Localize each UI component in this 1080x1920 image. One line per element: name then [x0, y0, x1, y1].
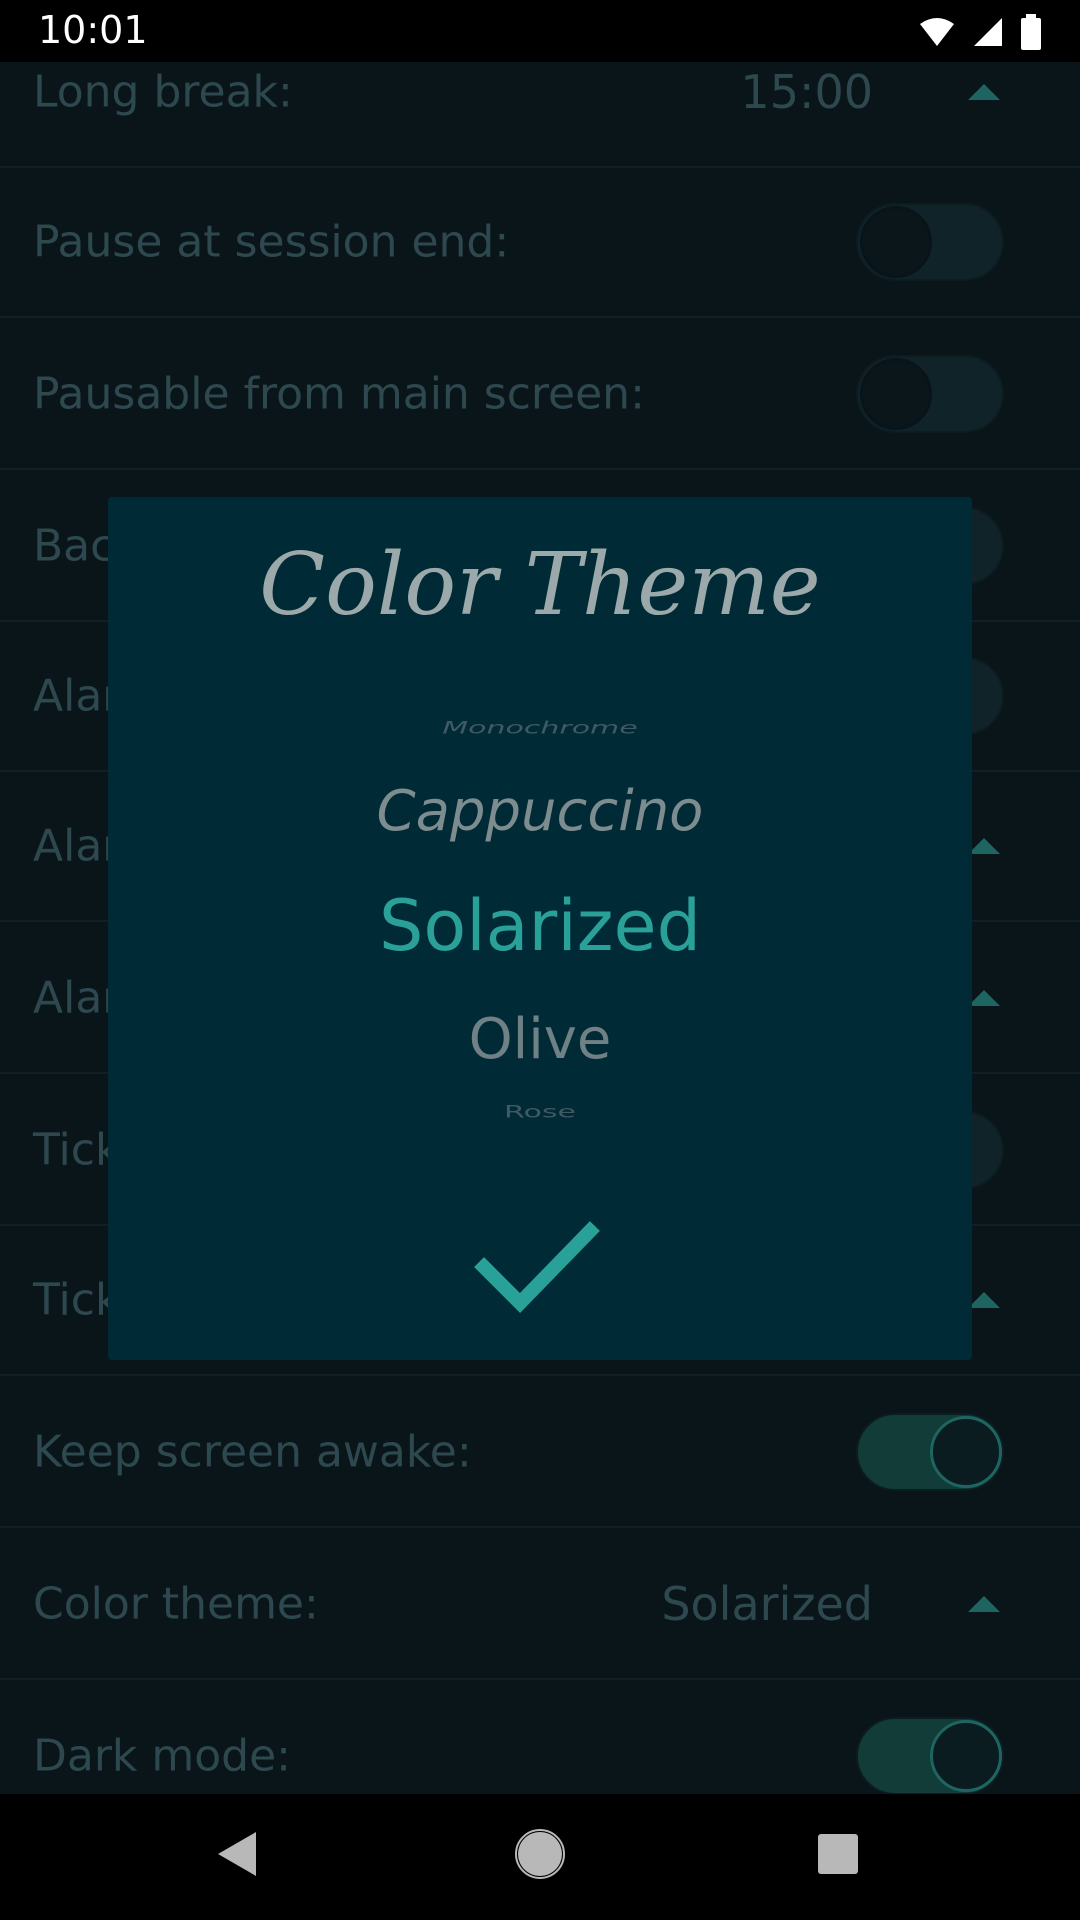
setting-label: Pausable from main screen: — [33, 368, 645, 420]
status-icons — [918, 14, 1042, 50]
setting-value: 15:00 — [740, 65, 873, 119]
setting-row-long-break[interactable]: Long break: 15:00 — [0, 62, 1080, 168]
checkmark-icon — [474, 1221, 600, 1313]
toggle-switch[interactable] — [856, 1413, 1004, 1491]
wifi-icon — [920, 18, 954, 46]
theme-option-selected[interactable]: Solarized — [108, 885, 972, 967]
chevron-up-icon — [968, 838, 1000, 854]
toggle-switch[interactable] — [856, 1717, 1004, 1794]
setting-label: Long break: — [33, 66, 293, 118]
battery-icon — [1021, 14, 1041, 50]
toggle-knob — [860, 358, 932, 430]
toggle-knob — [930, 1720, 1002, 1792]
setting-label: Pause at session end: — [33, 216, 510, 268]
setting-row-keep-screen-awake: Keep screen awake: — [0, 1378, 1080, 1528]
chevron-up-icon — [968, 84, 1000, 100]
back-icon[interactable] — [214, 1830, 260, 1878]
theme-option[interactable]: Rose — [108, 1103, 972, 1122]
theme-option[interactable]: Olive — [108, 1007, 972, 1072]
setting-row-dark-mode: Dark mode: — [0, 1682, 1080, 1794]
status-time: 10:01 — [38, 8, 148, 52]
setting-label: Dark mode: — [33, 1730, 292, 1782]
setting-label: Keep screen awake: — [33, 1426, 472, 1478]
toggle-switch[interactable] — [856, 203, 1004, 281]
setting-label: Bac — [33, 520, 115, 572]
cellular-signal-icon — [974, 18, 1002, 46]
setting-label: Color theme: — [33, 1578, 319, 1630]
status-bar: 10:01 — [0, 0, 1080, 62]
setting-value: Solarized — [661, 1577, 873, 1631]
color-theme-dialog: Color Theme Monochrome Cappuccino Solari… — [108, 497, 972, 1360]
toggle-switch[interactable] — [856, 355, 1004, 433]
setting-row-pausable-from-main-screen: Pausable from main screen: — [0, 320, 1080, 470]
recents-icon[interactable] — [816, 1832, 860, 1876]
confirm-button[interactable] — [470, 1205, 610, 1315]
setting-row-pause-at-session-end: Pause at session end: — [0, 168, 1080, 318]
chevron-up-icon — [968, 990, 1000, 1006]
theme-option[interactable]: Cappuccino — [108, 779, 972, 844]
setting-row-color-theme[interactable]: Color theme: Solarized — [0, 1530, 1080, 1680]
navigation-bar — [0, 1794, 1080, 1920]
home-icon[interactable] — [514, 1828, 566, 1880]
dialog-title: Color Theme — [259, 535, 821, 635]
theme-option[interactable]: Monochrome — [108, 719, 972, 738]
chevron-up-icon — [968, 1292, 1000, 1308]
toggle-knob — [930, 1416, 1002, 1488]
toggle-knob — [860, 206, 932, 278]
chevron-up-icon — [968, 1596, 1000, 1612]
